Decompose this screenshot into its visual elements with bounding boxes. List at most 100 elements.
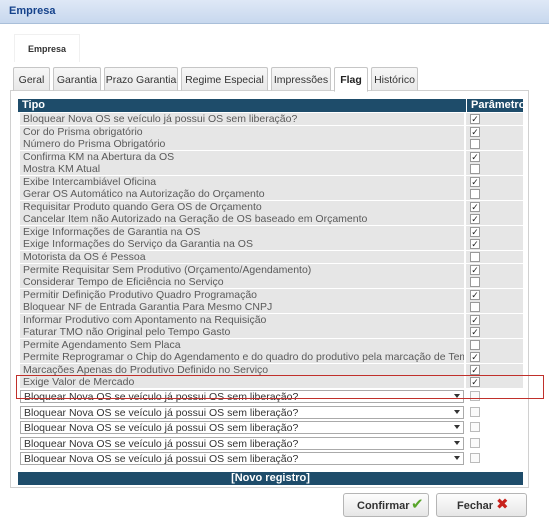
flag-type-label: Confirma KM na Abertura da OS (20, 150, 464, 163)
section-tab-label: Empresa (27, 44, 67, 54)
new-table-row: Bloquear Nova OS se veículo já possui OS… (18, 451, 523, 467)
parameter-checkbox[interactable] (470, 406, 480, 417)
table-row: Exige Informações do Serviço da Garantia… (18, 238, 523, 251)
flag-type-label: Gerar OS Automático na Autorização do Or… (20, 188, 464, 201)
flag-type-label: Considerar Tempo de Eficiência no Serviç… (20, 276, 464, 289)
flag-type-label: Exige Informações do Serviço da Garantia… (20, 238, 464, 251)
tab-regime-especial[interactable]: Regime Especial (181, 67, 268, 91)
tab-garantia[interactable]: Garantia (53, 67, 101, 91)
tab-prazo-garantia[interactable]: Prazo Garantia (104, 67, 178, 91)
parameter-checkbox[interactable]: ✓ (470, 214, 480, 225)
parameter-cell (466, 276, 523, 289)
table-row: Bloquear NF de Entrada Garantia Para Mes… (18, 301, 523, 314)
flag-type-label: Motorista da OS é Pessoa (20, 251, 464, 264)
check-icon: ✔ (411, 496, 424, 513)
new-table-row: Bloquear Nova OS se veículo já possui OS… (18, 405, 523, 421)
parameter-checkbox[interactable] (470, 277, 480, 288)
parameter-checkbox[interactable]: ✓ (470, 226, 480, 237)
parameter-checkbox[interactable] (470, 437, 480, 448)
parameter-checkbox[interactable]: ✓ (470, 126, 480, 137)
table-row: Bloquear Nova OS se veículo já possui OS… (18, 113, 523, 126)
flag-type-label: Cancelar Item não Autorizado na Geração … (20, 213, 464, 226)
confirm-button[interactable]: Confirmar ✔ (343, 493, 429, 517)
flag-type-select[interactable]: Bloquear Nova OS se veículo já possui OS… (20, 421, 464, 435)
table-row: Cor do Prisma obrigatório ✓ (18, 125, 523, 139)
parameter-cell: ✓ (466, 326, 523, 339)
parameter-checkbox[interactable]: ✓ (470, 201, 480, 212)
parameter-checkbox[interactable] (470, 453, 480, 464)
flag-type-label: Cor do Prisma obrigatório (20, 125, 464, 138)
table-row: Confirma KM na Abertura da OS ✓ (18, 150, 523, 164)
parameter-checkbox[interactable]: ✓ (470, 364, 480, 375)
new-table-row: Bloquear Nova OS se veículo já possui OS… (18, 436, 523, 452)
parameter-cell: ✓ (466, 225, 523, 238)
parameter-cell: ✓ (466, 263, 523, 276)
parameter-checkbox[interactable]: ✓ (470, 176, 480, 187)
table-row: Requisitar Produto quando Gera OS de Orç… (18, 200, 523, 214)
parameter-cell (466, 251, 523, 264)
flag-type-label: Permite Reprogramar o Chip do Agendament… (20, 351, 464, 364)
table-row: Gerar OS Automático na Autorização do Or… (18, 188, 523, 201)
parameter-checkbox[interactable] (470, 189, 480, 200)
table-row: Faturar TMO não Original pelo Tempo Gast… (18, 326, 523, 339)
parameter-checkbox[interactable]: ✓ (470, 151, 480, 162)
column-header-tipo: Tipo (22, 99, 46, 111)
parameter-checkbox[interactable] (470, 164, 480, 175)
flag-type-label: Permitir Definição Produtivo Quadro Prog… (20, 288, 464, 301)
parameter-cell: ✓ (466, 351, 523, 364)
flag-type-label: Permite Agendamento Sem Placa (20, 338, 464, 351)
tab-geral[interactable]: Geral (13, 67, 50, 91)
parameter-checkbox[interactable]: ✓ (470, 327, 480, 338)
parameter-checkbox[interactable]: ✓ (470, 239, 480, 250)
table-row: Informar Produtivo com Apontamento na Re… (18, 313, 523, 327)
tab-impressoes[interactable]: Impressões (271, 67, 331, 91)
parameter-cell: ✓ (466, 313, 523, 326)
flag-type-select[interactable]: Bloquear Nova OS se veículo já possui OS… (20, 452, 464, 466)
table-row: Permite Requisitar Sem Produtivo (Orçame… (18, 263, 523, 277)
flag-type-select[interactable]: Bloquear Nova OS se veículo já possui OS… (20, 405, 464, 419)
parameter-cell (466, 436, 523, 450)
section-tab-empresa[interactable]: Empresa (14, 34, 80, 62)
chevron-down-icon (454, 409, 460, 414)
parameter-cell (466, 163, 523, 176)
parameter-cell (466, 405, 523, 419)
parameter-checkbox[interactable]: ✓ (470, 264, 480, 275)
table-row: Considerar Tempo de Eficiência no Serviç… (18, 276, 523, 289)
flag-type-select[interactable]: Bloquear Nova OS se veículo já possui OS… (20, 436, 464, 450)
parameter-cell: ✓ (466, 150, 523, 163)
parameter-cell: ✓ (466, 200, 523, 213)
parameter-cell (466, 138, 523, 151)
parameter-cell (466, 188, 523, 201)
window-title-bar: Empresa (0, 0, 549, 24)
parameter-checkbox[interactable] (470, 339, 480, 350)
table-row: Permite Agendamento Sem Placa (18, 338, 523, 352)
table-row: Mostra KM Atual (18, 163, 523, 176)
table-row: Número do Prisma Obrigatório (18, 138, 523, 151)
flag-type-label: Bloquear Nova OS se veículo já possui OS… (20, 113, 464, 125)
parameter-checkbox[interactable] (470, 302, 480, 313)
close-icon: ✖ (496, 496, 509, 513)
flag-type-label: Informar Produtivo com Apontamento na Re… (20, 313, 464, 326)
parameter-checkbox[interactable] (470, 252, 480, 263)
parameter-checkbox[interactable] (470, 422, 480, 433)
table-header: Tipo Parâmetro (18, 99, 525, 112)
select-value: Bloquear Nova OS se veículo já possui OS… (24, 406, 299, 419)
tab-flag[interactable]: Flag (334, 67, 368, 92)
parameter-checkbox[interactable] (470, 139, 480, 150)
parameter-checkbox[interactable]: ✓ (470, 352, 480, 363)
table-row: Permite Reprogramar o Chip do Agendament… (18, 351, 523, 364)
new-table-row: Bloquear Nova OS se veículo já possui OS… (18, 420, 523, 436)
highlight-box (16, 375, 544, 399)
column-divider (466, 99, 467, 112)
parameter-checkbox[interactable]: ✓ (470, 314, 480, 325)
new-record-button[interactable]: [Novo registro] (18, 472, 523, 485)
parameter-checkbox[interactable]: ✓ (470, 114, 480, 124)
select-value: Bloquear Nova OS se veículo já possui OS… (24, 437, 299, 450)
table-row: Exige Informações de Garantia na OS ✓ (18, 225, 523, 239)
tab-historico[interactable]: Histórico (371, 67, 418, 91)
close-button[interactable]: Fechar ✖ (436, 493, 527, 517)
flag-type-label: Requisitar Produto quando Gera OS de Orç… (20, 200, 464, 213)
flag-type-label: Permite Requisitar Sem Produtivo (Orçame… (20, 263, 464, 276)
select-value: Bloquear Nova OS se veículo já possui OS… (24, 422, 299, 435)
parameter-checkbox[interactable]: ✓ (470, 289, 480, 300)
